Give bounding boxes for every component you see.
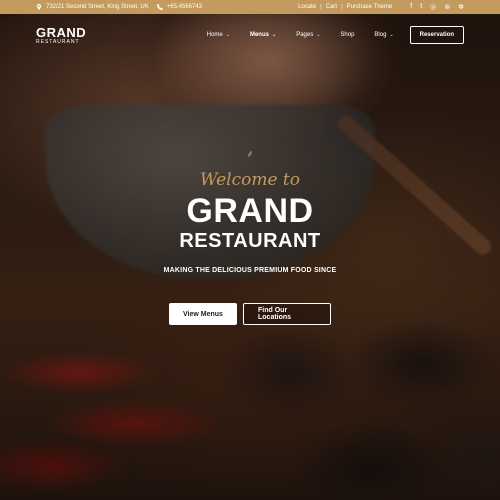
view-menus-button[interactable]: View Menus bbox=[169, 303, 237, 325]
find-locations-button[interactable]: Find Our Locations bbox=[243, 303, 331, 325]
nav-label: Home bbox=[206, 32, 223, 38]
nav-item-home[interactable]: Home ⌄ bbox=[207, 32, 230, 38]
nav-label: Menus bbox=[249, 32, 269, 38]
phone-icon bbox=[156, 4, 163, 10]
chevron-down-icon: ⌄ bbox=[225, 32, 230, 38]
welcome-text: Welcome to bbox=[200, 170, 300, 190]
nav-item-shop[interactable]: Shop bbox=[340, 32, 354, 38]
topbar-link-cart[interactable]: Cart bbox=[326, 4, 337, 10]
yelp-icon[interactable]: ✻ bbox=[458, 3, 464, 11]
location-pin-icon bbox=[36, 4, 42, 10]
nav-label: Blog bbox=[374, 32, 387, 38]
top-info-bar: 732/21 Second Street, King Street, UK +6… bbox=[0, 0, 500, 14]
separator: | bbox=[341, 4, 343, 10]
phone-item[interactable]: +65.4566743 bbox=[156, 4, 202, 10]
chevron-down-icon: ⌄ bbox=[316, 32, 321, 38]
hero-tagline: MAKING THE DELICIOUS PREMIUM FOOD SINCE bbox=[163, 267, 337, 274]
separator: | bbox=[320, 4, 322, 10]
phone-text: +65.4566743 bbox=[166, 4, 202, 10]
main-nav: Home ⌄ Menus ⌄ Pages ⌄ Shop Blog ⌄ bbox=[207, 32, 394, 38]
nav-item-pages[interactable]: Pages ⌄ bbox=[296, 32, 320, 38]
nav-item-menus[interactable]: Menus ⌄ bbox=[250, 32, 276, 38]
address-text: 732/21 Second Street, King Street, UK bbox=[46, 4, 149, 10]
nav-label: Pages bbox=[296, 32, 314, 38]
facebook-icon[interactable]: f bbox=[410, 3, 412, 11]
logo-main-text: GRAND bbox=[36, 24, 87, 40]
chevron-down-icon: ⌄ bbox=[271, 32, 277, 38]
logo-sub-text: RESTAURANT bbox=[36, 38, 80, 45]
nav-item-blog[interactable]: Blog ⌄ bbox=[374, 32, 393, 38]
hero-title: GRAND bbox=[186, 192, 314, 230]
hero-buttons: View Menus Find Our Locations bbox=[0, 303, 500, 325]
reservation-button[interactable]: Reservation bbox=[409, 26, 464, 44]
site-header: GRAND RESTAURANT Home ⌄ Menus ⌄ Pages ⌄ Sho… bbox=[0, 14, 500, 56]
instagram-icon[interactable]: ◎ bbox=[430, 3, 436, 11]
hero-section: ⸙ Welcome to GRAND RESTAURANT MAKING THE… bbox=[0, 149, 500, 275]
hero-subtitle: RESTAURANT bbox=[179, 230, 321, 252]
topbar-link-purchase[interactable]: Purchase Theme bbox=[347, 4, 393, 10]
social-icons: f t ◎ ⊛ ✻ bbox=[410, 3, 464, 11]
topbar-link-locate[interactable]: Locate bbox=[298, 4, 316, 10]
foursquare-icon[interactable]: ⊛ bbox=[444, 3, 450, 11]
twitter-icon[interactable]: t bbox=[420, 3, 422, 11]
leaf-sprig-icon: ⸙ bbox=[246, 149, 254, 160]
address-item: 732/21 Second Street, King Street, UK bbox=[36, 4, 149, 10]
site-logo[interactable]: GRAND RESTAURANT bbox=[36, 26, 86, 45]
chevron-down-icon: ⌄ bbox=[389, 32, 394, 38]
nav-label: Shop bbox=[340, 32, 355, 38]
